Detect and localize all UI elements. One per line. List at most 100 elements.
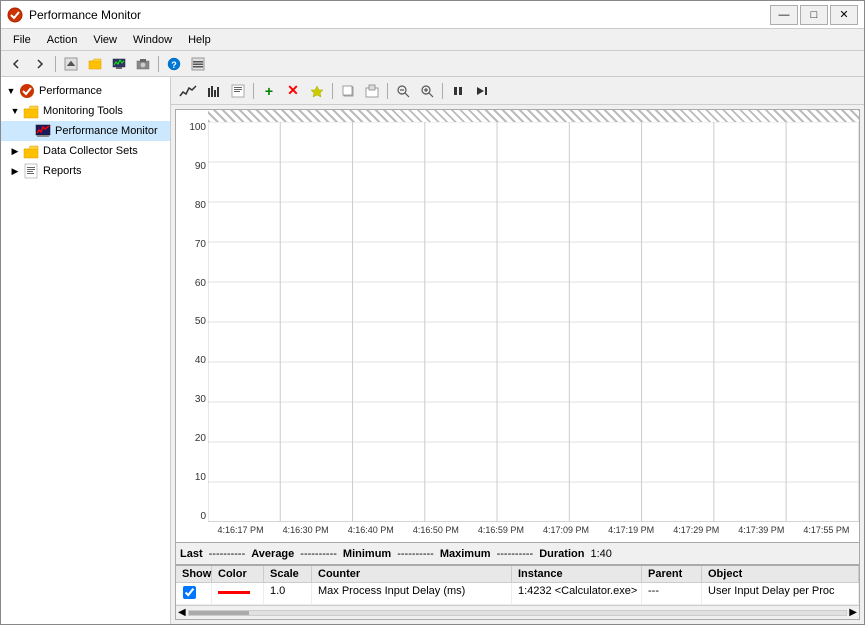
sidebar-label-performance: Performance [39,85,102,97]
x-label-0: 4:16:17 PM [208,525,273,542]
y-label-10: 10 [176,472,206,483]
last-value: ---------- [209,548,246,560]
sidebar-item-monitoring-tools[interactable]: ▼ Monitoring Tools [1,101,170,121]
scroll-right-arrow[interactable]: ▶ [849,607,857,618]
zoom-in-button[interactable] [416,81,438,101]
sidebar-label-monitoring-tools: Monitoring Tools [43,105,123,117]
expand-performance[interactable]: ▼ [5,85,17,97]
back-button[interactable] [5,54,27,74]
td-parent: --- [642,583,702,604]
show-checkbox[interactable] [183,586,196,599]
minimum-value: ---------- [397,548,434,560]
chart-type-button[interactable] [175,81,201,101]
maximize-button[interactable]: □ [800,5,828,25]
up-button[interactable] [60,54,82,74]
menu-view[interactable]: View [85,32,125,48]
y-label-20: 20 [176,433,206,444]
td-color [212,583,264,604]
y-label-70: 70 [176,239,206,250]
minimum-label: Minimum [343,548,391,560]
zoom-out-button[interactable] [392,81,414,101]
duration-label: Duration [539,548,584,560]
sidebar-item-data-collector[interactable]: ▶ Data Collector Sets [1,141,170,161]
reports-icon [23,163,39,179]
th-show: Show [176,566,212,582]
minimize-button[interactable]: — [770,5,798,25]
menu-bar: File Action View Window Help [1,29,864,51]
y-label-0: 0 [176,511,206,522]
monitoring-tools-icon [23,103,39,119]
delete-counter-button[interactable]: ✕ [282,81,304,101]
th-counter: Counter [312,566,512,582]
scrollbar-thumb[interactable] [189,611,249,615]
toolbar-separator-2 [158,56,159,72]
x-label-9: 4:17:55 PM [794,525,859,542]
chart-toolbar-sep4 [442,83,443,99]
chart-plot-area: 4:16:17 PM 4:16:30 PM 4:16:40 PM 4:16:50… [208,110,859,542]
maximum-label: Maximum [440,548,491,560]
last-label: Last [180,548,203,560]
y-label-80: 80 [176,200,206,211]
settings-button[interactable] [187,54,209,74]
perf-monitor-icon [35,123,51,139]
report-type-button[interactable] [227,81,249,101]
y-label-40: 40 [176,355,206,366]
table-row: 1.0 Max Process Input Delay (ms) 1:4232 … [176,583,859,605]
add-counter-button[interactable]: + [258,81,280,101]
scrollbar-track[interactable] [188,610,848,616]
expand-reports[interactable]: ▶ [9,165,21,177]
menu-file[interactable]: File [5,32,39,48]
expand-monitoring-tools[interactable]: ▼ [9,105,21,117]
highlight-button[interactable] [306,81,328,101]
chart-toolbar-sep2 [332,83,333,99]
main-content: ▼ Performance ▼ Monitor [1,77,864,624]
menu-window[interactable]: Window [125,32,180,48]
monitor-button[interactable] [108,54,130,74]
camera-button[interactable] [132,54,154,74]
average-label: Average [251,548,294,560]
average-value: ---------- [300,548,337,560]
sidebar-item-reports[interactable]: ▶ Reports [1,161,170,181]
menu-action[interactable]: Action [39,32,86,48]
pause-button[interactable] [447,81,469,101]
th-instance: Instance [512,566,642,582]
x-label-4: 4:16:59 PM [468,525,533,542]
th-color: Color [212,566,264,582]
y-label-60: 60 [176,278,206,289]
copy-data-button[interactable] [337,81,359,101]
td-scale: 1.0 [264,583,312,604]
sidebar-label-reports: Reports [43,165,82,177]
scrollbar-hint: ◀ ▶ [176,605,859,619]
close-button[interactable]: ✕ [830,5,858,25]
y-axis: 100 90 80 70 60 50 40 30 20 10 0 [176,110,208,542]
y-label-100: 100 [176,122,206,133]
duration-value: 1:40 [590,548,611,560]
help-button[interactable]: ? [163,54,185,74]
title-bar-buttons: — □ ✕ [770,5,858,25]
chart-toolbar-sep1 [253,83,254,99]
data-svg [208,122,859,522]
folder-button[interactable] [84,54,106,74]
th-parent: Parent [642,566,702,582]
paste-button[interactable] [361,81,383,101]
expand-data-collector[interactable]: ▶ [9,145,21,157]
menu-help[interactable]: Help [180,32,219,48]
sidebar-item-performance[interactable]: ▼ Performance [1,81,170,101]
skip-button[interactable] [471,81,493,101]
scroll-left-arrow[interactable]: ◀ [178,607,186,618]
histogram-button[interactable] [203,81,225,101]
sidebar-item-perf-monitor[interactable]: ▶ Performance Monitor [1,121,170,141]
th-scale: Scale [264,566,312,582]
maximum-value: ---------- [497,548,534,560]
title-bar-left: Performance Monitor [7,7,141,23]
main-window: Performance Monitor — □ ✕ File Action Vi… [0,0,865,625]
sidebar-label-perf-monitor: Performance Monitor [55,125,158,137]
td-instance: 1:4232 <Calculator.exe> [512,583,642,604]
svg-text:?: ? [171,60,177,70]
forward-button[interactable] [29,54,51,74]
x-label-2: 4:16:40 PM [338,525,403,542]
window-title: Performance Monitor [29,8,141,22]
x-label-5: 4:17:09 PM [533,525,598,542]
x-label-3: 4:16:50 PM [403,525,468,542]
th-object: Object [702,566,859,582]
